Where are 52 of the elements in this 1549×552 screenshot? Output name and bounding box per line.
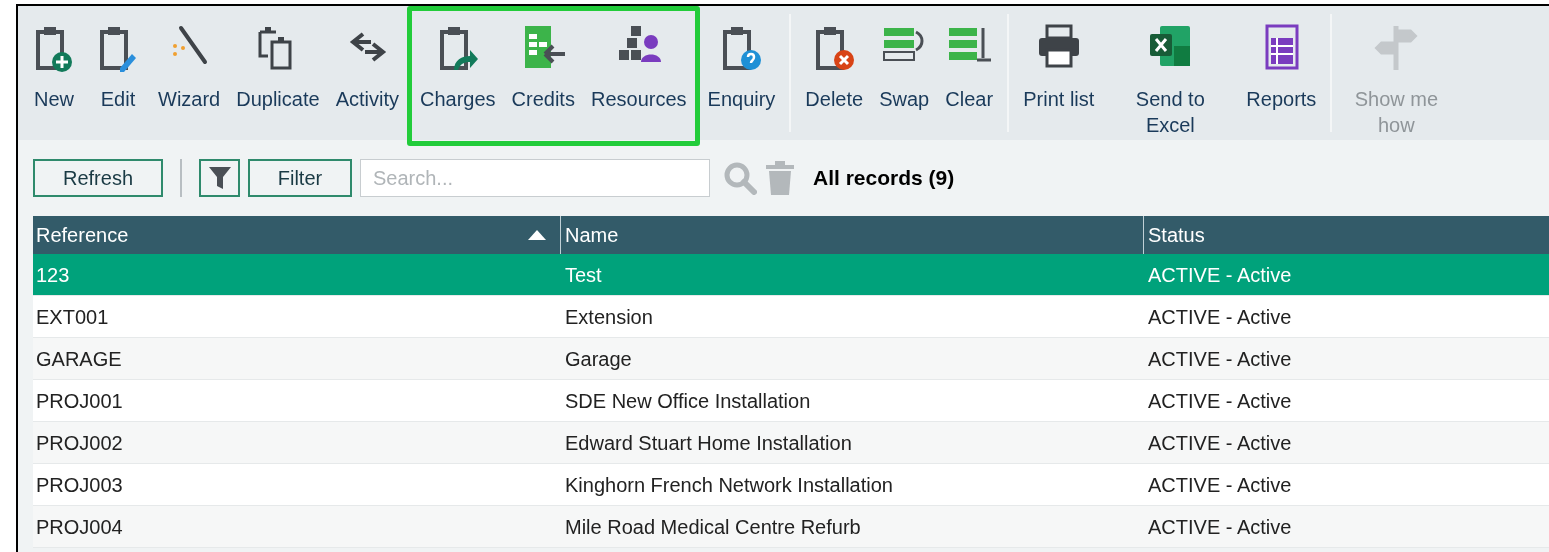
- toolbar-button[interactable]: New: [22, 22, 86, 112]
- table-cell: ACTIVE - Active: [1148, 263, 1292, 286]
- table-cell: PROJ004: [36, 515, 123, 538]
- toolbar-button[interactable]: Edit: [86, 22, 150, 112]
- toolbar-button[interactable]: Wizard: [150, 22, 229, 112]
- refresh-button[interactable]: Refresh: [33, 159, 163, 197]
- filter-icon-button[interactable]: [199, 159, 240, 197]
- table-cell: Extension: [565, 305, 653, 328]
- table-cell: ACTIVE - Active: [1148, 305, 1292, 328]
- table-cell: ACTIVE - Active: [1148, 473, 1292, 496]
- toolbar-button[interactable]: Activity: [327, 22, 407, 112]
- filter-button[interactable]: Filter: [248, 159, 352, 197]
- table-cell: SDE New Office Installation: [565, 389, 811, 412]
- toolbar-button[interactable]: Enquiry: [699, 22, 784, 112]
- toolbar-button[interactable]: Clear: [937, 22, 1002, 112]
- toolbar-button[interactable]: Credits: [503, 22, 583, 112]
- table-cell: PROJ003: [36, 473, 123, 496]
- funnel-icon: [207, 165, 232, 191]
- table-row[interactable]: PROJ001 SDE New Office Installation ACTIVE - Active: [33, 380, 1549, 422]
- table-row[interactable]: GARAGE Garage ACTIVE - Active: [33, 338, 1549, 380]
- table-cell: ACTIVE - Active: [1148, 347, 1292, 370]
- table-cell: GARAGE: [36, 347, 122, 370]
- toolbar-button[interactable]: Duplicate: [228, 22, 328, 112]
- table-row[interactable]: PROJ002 Edward Stuart Home Installation ACTIVE - Active: [33, 422, 1549, 464]
- table-cell: ACTIVE - Active: [1148, 515, 1292, 538]
- table-cell: PROJ002: [36, 431, 123, 454]
- table-row[interactable]: PROJ003 Kinghorn French Network Installation ACTIVE - Active: [33, 464, 1549, 506]
- table-cell: 123: [36, 263, 70, 286]
- table-cell: EXT001: [36, 305, 109, 328]
- table-cell: Test: [565, 263, 602, 286]
- table-row[interactable]: EXT001 Extension ACTIVE - Active: [33, 296, 1549, 338]
- table-cell: Kinghorn French Network Installation: [565, 473, 893, 496]
- toolbar-button[interactable]: Print list: [1015, 22, 1103, 112]
- table-cell: Garage: [565, 347, 632, 370]
- table-cell: Mile Road Medical Centre Refurb: [565, 515, 861, 538]
- records-count: All records (9): [813, 165, 955, 192]
- toolbar-button[interactable]: Charges: [411, 22, 504, 112]
- column-header[interactable]: Name: [565, 220, 619, 250]
- table-cell: PROJ001: [36, 389, 123, 412]
- toolbar-button[interactable]: Resources: [582, 22, 695, 112]
- search-field[interactable]: Search...: [360, 159, 710, 197]
- toolbar-button[interactable]: Delete: [797, 22, 872, 112]
- table-cell: Edward Stuart Home Installation: [565, 431, 852, 454]
- sort-ascending-icon[interactable]: [528, 230, 546, 240]
- toolbar-button[interactable]: Reports: [1238, 22, 1325, 112]
- column-header[interactable]: Reference: [36, 220, 129, 250]
- toolbar-button[interactable]: Swap: [871, 22, 938, 112]
- table-cell: ACTIVE - Active: [1148, 389, 1292, 412]
- table-cell: ACTIVE - Active: [1148, 431, 1292, 454]
- toolbar-button[interactable]: Send to Excel: [1102, 22, 1239, 138]
- table-row[interactable]: PROJ004 Mile Road Medical Centre Refurb ACTIVE - Active: [33, 506, 1549, 548]
- column-header[interactable]: Status: [1148, 220, 1205, 250]
